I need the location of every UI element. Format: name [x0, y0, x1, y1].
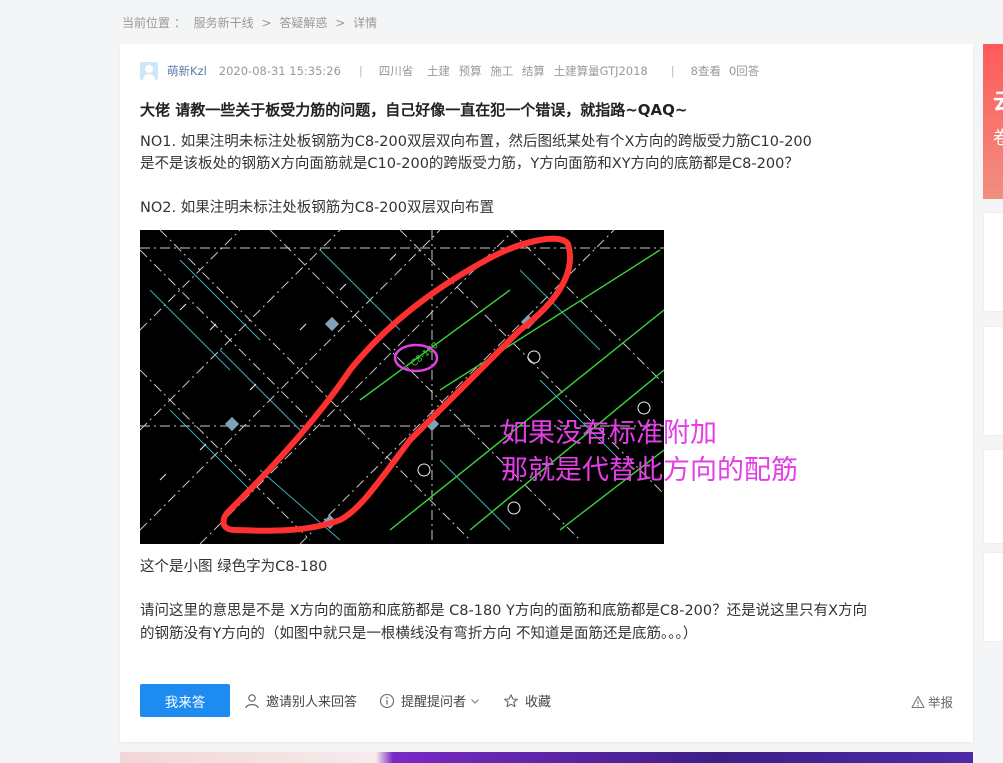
- cad-drawing-image[interactable]: C8-180: [140, 230, 664, 544]
- sidebar-panel: [983, 326, 1003, 436]
- answer-button[interactable]: 我来答: [140, 684, 230, 717]
- post-date: 2020-08-31 15:35:26: [218, 64, 341, 78]
- tag-region[interactable]: 四川省: [379, 64, 414, 78]
- invite-answer-button[interactable]: 邀请别人来回答: [244, 691, 357, 710]
- question-paragraph: 是不是该板处的钢筋X方向面筋就是C10-200的跨版受力筋，Y方向面筋和XY方向…: [140, 156, 799, 172]
- report-button[interactable]: 举报: [911, 692, 953, 711]
- breadcrumb-item-qa[interactable]: 答疑解惑: [279, 16, 327, 30]
- star-icon: [504, 693, 518, 707]
- sidebar-panel: [983, 552, 1003, 642]
- favorite-label: 收藏: [525, 695, 552, 710]
- tag-construction[interactable]: 施工: [490, 64, 513, 78]
- promo-char: 云: [993, 84, 1003, 116]
- answer-count: 0回答: [728, 64, 760, 78]
- bottom-banner[interactable]: [120, 752, 973, 763]
- avatar[interactable]: [140, 62, 158, 80]
- question-paragraph: NO2. 如果注明未标注处板钢筋为C8-200双层双向布置: [140, 200, 494, 216]
- author-name[interactable]: 萌新Kzl: [167, 63, 207, 79]
- sidebar-panel: [983, 449, 1003, 544]
- breadcrumb-item-service[interactable]: 服务新干线: [194, 16, 254, 30]
- tag-settlement[interactable]: 结算: [522, 64, 545, 78]
- question-card: 萌新Kzl 2020-08-31 15:35:26 | 四川省 土建 预算 施工…: [120, 44, 973, 742]
- breadcrumb-separator: >: [261, 16, 272, 30]
- sidebar-panel: [983, 212, 1003, 312]
- tag-budget[interactable]: 预算: [459, 64, 482, 78]
- breadcrumb: 当前位置 ： 服务新干线 > 答疑解惑 > 详情: [122, 14, 377, 31]
- remind-asker-button[interactable]: 提醒提问者: [379, 691, 481, 710]
- info-icon: [379, 693, 395, 708]
- breadcrumb-item-detail: 详情: [353, 16, 378, 30]
- tag-software[interactable]: 土建算量GTJ2018: [554, 64, 648, 78]
- question-paragraph: 的钢筋没有Y方向的（如图中就只是一根横线没有弯折方向 不知道是面筋还是底筋。。。…: [140, 626, 698, 642]
- meta-divider: |: [358, 64, 363, 78]
- meta-divider: |: [670, 64, 675, 78]
- breadcrumb-label: 当前位置 ：: [122, 16, 186, 30]
- warning-icon: [911, 695, 925, 708]
- user-icon: [245, 693, 259, 708]
- question-meta: 萌新Kzl 2020-08-31 15:35:26 | 四川省 土建 预算 施工…: [140, 62, 759, 80]
- question-paragraph: 请问这里的意思是不是 X方向的面筋和底筋都是 C8-180 Y方向的面筋和底筋都…: [140, 603, 868, 619]
- question-title: 大佬 请教一些关于板受力筋的问题，自己好像一直在犯一个错误，就指路~QAQ~: [140, 101, 688, 119]
- invite-answer-label: 邀请别人来回答: [266, 695, 358, 710]
- tag-list: 四川省 土建 预算 施工 结算 土建算量GTJ2018: [379, 63, 653, 79]
- question-paragraph: 这个是小图 绿色字为C8-180: [140, 559, 328, 575]
- image-annotation-text: 那就是代替此方向的配筋: [501, 455, 798, 486]
- question-actions: 我来答 邀请别人来回答 提醒提问者 收藏: [140, 684, 573, 717]
- right-sidebar: 云 卷: [983, 44, 1003, 763]
- breadcrumb-separator: >: [335, 16, 346, 30]
- cad-drawing-graphic: C8-180: [140, 230, 664, 544]
- report-label: 举报: [927, 695, 953, 710]
- favorite-button[interactable]: 收藏: [503, 691, 551, 710]
- chevron-down-icon: [471, 698, 479, 704]
- promo-banner[interactable]: 云 卷: [983, 44, 1003, 199]
- promo-char: 卷: [993, 128, 1003, 149]
- question-paragraph: NO1. 如果注明未标注处板钢筋为C8-200双层双向布置，然后图纸某处有个X方…: [140, 134, 812, 150]
- view-count: 8查看: [690, 64, 721, 78]
- image-annotation-text: 如果没有标准附加: [501, 418, 717, 449]
- tag-civil[interactable]: 土建: [427, 64, 450, 78]
- remind-asker-label: 提醒提问者: [401, 695, 467, 710]
